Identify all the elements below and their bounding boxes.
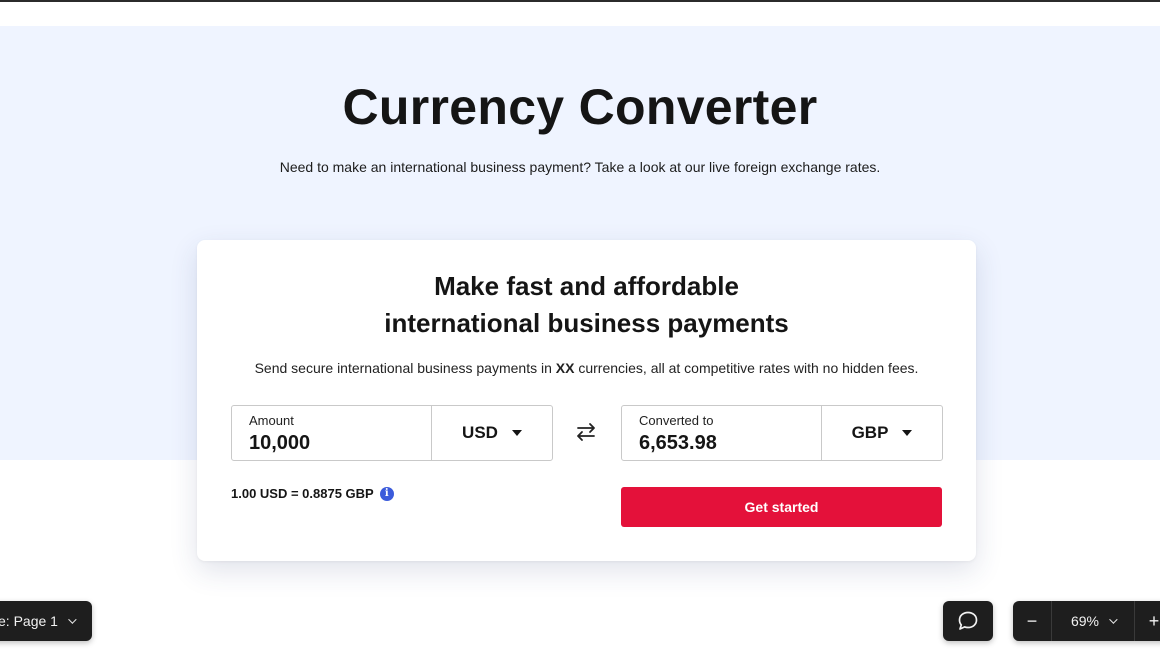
top-border bbox=[0, 0, 1160, 2]
converted-output[interactable]: Converted to 6,653.98 bbox=[622, 406, 822, 460]
chevron-down-icon bbox=[68, 615, 77, 624]
from-currency-code: USD bbox=[462, 423, 498, 442]
zoom-level: 69% bbox=[1070, 613, 1100, 629]
zoom-control: − 69% + bbox=[1013, 601, 1160, 641]
comment-button[interactable] bbox=[943, 601, 993, 641]
card-description-end: currencies, all at competitive rates wit… bbox=[574, 360, 919, 376]
caret-down-icon bbox=[511, 430, 522, 436]
card-title: Make fast and affordable international b… bbox=[197, 268, 976, 342]
page-selector-label: e: Page 1 bbox=[0, 613, 58, 629]
converted-field: Converted to 6,653.98 GBP bbox=[621, 405, 943, 461]
converter-card: Make fast and affordable international b… bbox=[197, 240, 976, 561]
card-description: Send secure international business payme… bbox=[197, 360, 976, 376]
amount-field: Amount 10,000 USD bbox=[231, 405, 553, 461]
zoom-out-button[interactable]: − bbox=[1013, 601, 1051, 641]
card-title-line-1: Make fast and affordable bbox=[434, 271, 739, 301]
card-title-line-2: international business payments bbox=[384, 308, 789, 338]
amount-input[interactable]: Amount 10,000 bbox=[232, 406, 432, 460]
chevron-down-icon bbox=[1109, 615, 1118, 624]
amount-label: Amount bbox=[249, 413, 294, 428]
from-currency-select[interactable]: USD bbox=[432, 406, 552, 460]
page-title: Currency Converter bbox=[342, 79, 818, 135]
amount-value[interactable]: 10,000 bbox=[249, 432, 310, 455]
to-currency-select[interactable]: GBP bbox=[822, 406, 942, 460]
info-icon[interactable]: i bbox=[379, 486, 394, 501]
exchange-rate: 1.00 USD = 0.8875 GBP i bbox=[231, 486, 394, 501]
page-subtitle: Need to make an international business p… bbox=[279, 159, 881, 175]
to-currency-code: GBP bbox=[851, 423, 889, 442]
swap-currencies-button[interactable] bbox=[571, 418, 601, 446]
card-description-start: Send secure international business payme… bbox=[254, 360, 556, 376]
get-started-button[interactable]: Get started bbox=[621, 487, 942, 527]
caret-down-icon bbox=[902, 430, 913, 436]
swap-arrows-icon bbox=[577, 423, 595, 441]
zoom-in-button[interactable]: + bbox=[1135, 601, 1160, 641]
comment-bubble-icon bbox=[958, 611, 978, 630]
converted-value: 6,653.98 bbox=[639, 432, 717, 454]
exchange-rate-text: 1.00 USD = 0.8875 GBP bbox=[231, 486, 374, 501]
page-selector[interactable]: e: Page 1 bbox=[0, 601, 92, 641]
zoom-level-select[interactable]: 69% bbox=[1052, 601, 1134, 641]
currency-count: XX bbox=[555, 360, 575, 376]
converted-label: Converted to bbox=[639, 413, 714, 428]
